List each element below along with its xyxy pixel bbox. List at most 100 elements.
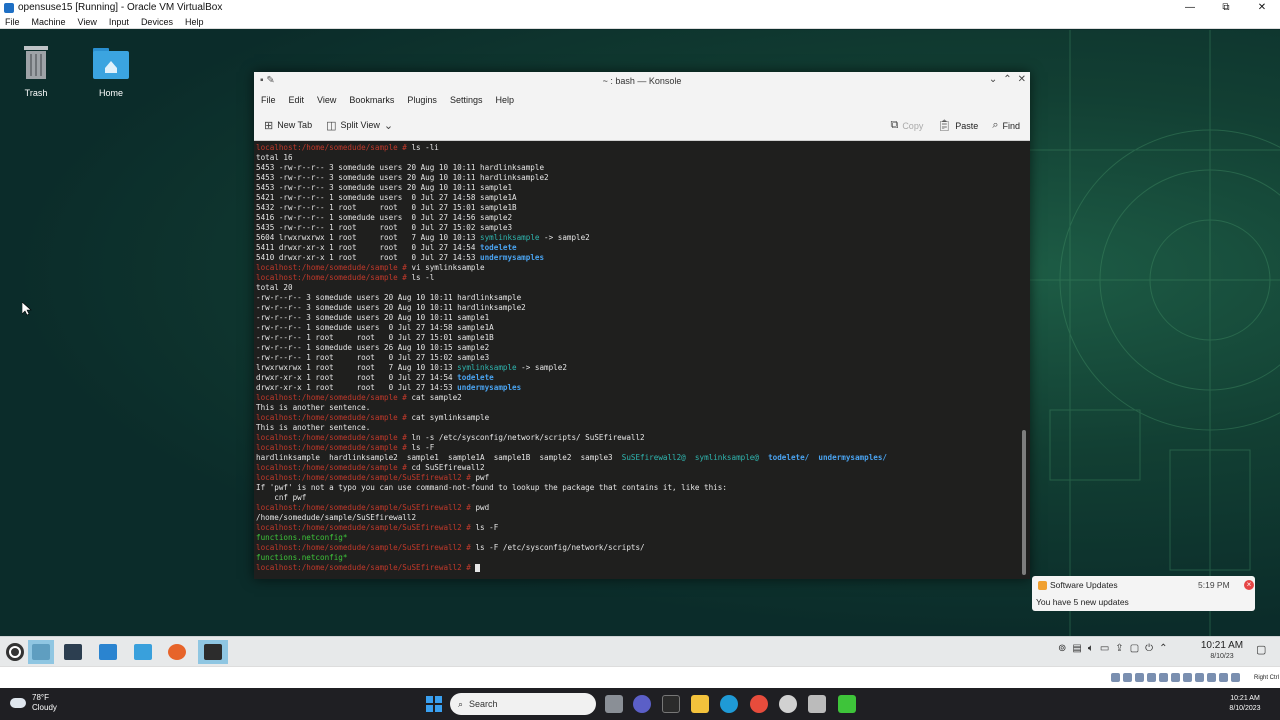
task-view-icon[interactable] — [605, 695, 623, 713]
terminal-line: cnf pwf — [256, 493, 1030, 503]
shell-prompt: localhost:/home/somedude/sample # — [256, 443, 412, 452]
discover-icon — [99, 644, 117, 660]
network-icon[interactable]: ⊚ — [1058, 643, 1066, 654]
file-explorer-icon[interactable] — [691, 695, 709, 713]
vbox-menu-devices[interactable]: Devices — [141, 17, 173, 27]
terminal-text: 5432 -rw-r--r-- 1 root root 0 Jul 27 15:… — [256, 203, 517, 212]
terminal-text: -rw-r--r-- 1 root root 0 Jul 27 15:01 sa… — [256, 333, 494, 342]
mouse-integration-icon[interactable] — [1219, 673, 1228, 682]
menu-settings[interactable]: Settings — [450, 95, 483, 105]
edge-icon[interactable] — [720, 695, 738, 713]
close-icon[interactable]: × — [1244, 580, 1254, 590]
recording-icon[interactable] — [1195, 673, 1204, 682]
taskbar-dolphin[interactable] — [130, 640, 156, 664]
software-update-icon — [1038, 581, 1047, 590]
hard-disk-icon[interactable] — [1111, 673, 1120, 682]
vbox-menu-input[interactable]: Input — [109, 17, 129, 27]
updates-icon[interactable]: ⇪ — [1115, 643, 1123, 654]
network-adapter-icon[interactable] — [1147, 673, 1156, 682]
chrome-icon[interactable] — [750, 695, 768, 713]
new-tab-label: New Tab — [277, 120, 313, 130]
terminal-text: -rw-r--r-- 3 somedude users 20 Aug 10 10… — [256, 293, 522, 302]
volume-icon[interactable]: 🔈︎ — [1088, 643, 1094, 654]
terminal-text: 5421 -rw-r--r-- 1 somedude users 0 Jul 2… — [256, 193, 517, 202]
battery-icon[interactable]: ▭ — [1100, 643, 1109, 654]
copy-icon: ⧉ — [890, 119, 899, 131]
display-icon[interactable] — [1183, 673, 1192, 682]
konsole-title-bar[interactable]: ▪ ✎ ~ : bash — Konsole ⌄ ⌃ ✕ — [254, 72, 1030, 90]
shell-prompt: localhost:/home/somedude/sample # — [256, 273, 412, 282]
close-button[interactable]: ✕ — [1244, 0, 1280, 15]
terminal-text: undermysamples — [457, 383, 522, 392]
terminal-line: -rw-r--r-- 1 somedude users 26 Aug 10 10… — [256, 343, 1030, 353]
desktop-icon-home[interactable]: Home — [81, 42, 141, 98]
notification-body: You have 5 new updates — [1036, 597, 1129, 607]
menu-view[interactable]: View — [317, 95, 336, 105]
menu-edit[interactable]: Edit — [289, 95, 305, 105]
chevron-up-icon[interactable]: ⌃ — [1003, 74, 1011, 85]
find-button[interactable]: ⌕ Find — [992, 119, 1020, 132]
display-icon[interactable]: ▢ — [1130, 643, 1139, 654]
vbox-menu-machine[interactable]: Machine — [32, 17, 66, 27]
weather-description: Cloudy — [32, 703, 57, 712]
windows-search-box[interactable]: ⌕ Search — [450, 693, 596, 715]
virtualbox-app-icon[interactable] — [808, 695, 826, 713]
opensuse-vm-icon[interactable] — [838, 695, 856, 713]
terminal-text: symlinksample — [457, 363, 517, 372]
slack-icon[interactable] — [779, 695, 797, 713]
teams-chat-icon[interactable] — [633, 695, 651, 713]
desktop-icon-trash[interactable]: Trash — [6, 42, 66, 98]
weather-widget[interactable]: 78°F Cloudy — [10, 693, 57, 713]
menu-plugins[interactable]: Plugins — [407, 95, 437, 105]
maximize-button[interactable]: ⧉ — [1208, 0, 1244, 15]
konsole-window-title: ~ : bash — Konsole — [602, 76, 682, 86]
copy-button[interactable]: ⧉ Copy — [890, 119, 923, 132]
vbox-menu-view[interactable]: View — [78, 17, 97, 27]
terminal-line: localhost:/home/somedude/sample/SuSEfire… — [256, 503, 1030, 513]
usb-icon[interactable] — [1159, 673, 1168, 682]
taskbar-firefox[interactable] — [164, 640, 190, 664]
konsole-window[interactable]: ▪ ✎ ~ : bash — Konsole ⌄ ⌃ ✕ File Edit V… — [254, 72, 1030, 579]
taskbar-discover[interactable] — [95, 640, 121, 664]
menu-help[interactable]: Help — [495, 95, 514, 105]
paste-label: Paste — [955, 120, 979, 131]
kde-clock[interactable]: 10:21 AM 8/10/23 — [1196, 640, 1248, 662]
taskbar-konsole[interactable] — [198, 640, 228, 664]
split-view-button[interactable]: ◫ Split View ⌄ — [326, 119, 393, 132]
terminal-text: functions.netconfig* — [256, 533, 348, 542]
audio-icon[interactable] — [1135, 673, 1144, 682]
vbox-menu-help[interactable]: Help — [185, 17, 204, 27]
terminal-output[interactable]: localhost:/home/somedude/sample # ls -li… — [254, 141, 1030, 579]
shared-folder-icon[interactable] — [1171, 673, 1180, 682]
vbox-menu-file[interactable]: File — [5, 17, 20, 27]
new-tab-button[interactable]: ⊞ New Tab — [264, 119, 312, 132]
clipboard-icon[interactable]: ▤ — [1072, 643, 1081, 654]
terminal-line: localhost:/home/somedude/sample # cat sa… — [256, 393, 1030, 403]
menu-bookmarks[interactable]: Bookmarks — [349, 95, 394, 105]
terminal-text: todelete — [457, 373, 494, 382]
keyboard-icon[interactable] — [1231, 673, 1240, 682]
minimize-button[interactable]: — — [1172, 0, 1208, 15]
taskbar-desktop-1[interactable] — [28, 640, 54, 664]
chevron-up-icon[interactable]: ⌃ — [1159, 643, 1167, 654]
software-updates-notification[interactable]: Software Updates 5:19 PM × You have 5 ne… — [1032, 576, 1255, 611]
terminal-text: ls -F — [475, 523, 499, 532]
terminal-text: If 'pwf' is not a typo you can use comma… — [256, 483, 727, 492]
optical-drive-icon[interactable] — [1123, 673, 1132, 682]
terminal-app-icon[interactable] — [662, 695, 680, 713]
cpu-icon[interactable] — [1207, 673, 1216, 682]
windows-clock[interactable]: 10:21 AM 8/10/2023 — [1220, 694, 1270, 714]
windows-start-button[interactable] — [426, 696, 442, 712]
paste-button[interactable]: 📋︎ Paste — [937, 119, 978, 132]
terminal-text: todelete — [480, 243, 517, 252]
show-desktop-icon[interactable]: ▢ — [1256, 643, 1266, 656]
taskbar-system-settings[interactable] — [60, 640, 86, 664]
application-launcher[interactable] — [2, 640, 28, 664]
chevron-down-icon[interactable]: ⌄ — [989, 74, 997, 85]
close-icon[interactable]: ✕ — [1018, 74, 1026, 85]
terminal-text: symlinksample@ — [694, 453, 759, 462]
terminal-scrollbar[interactable] — [1022, 430, 1026, 575]
menu-file[interactable]: File — [261, 95, 276, 105]
power-icon[interactable]: ⏻ — [1145, 643, 1153, 654]
